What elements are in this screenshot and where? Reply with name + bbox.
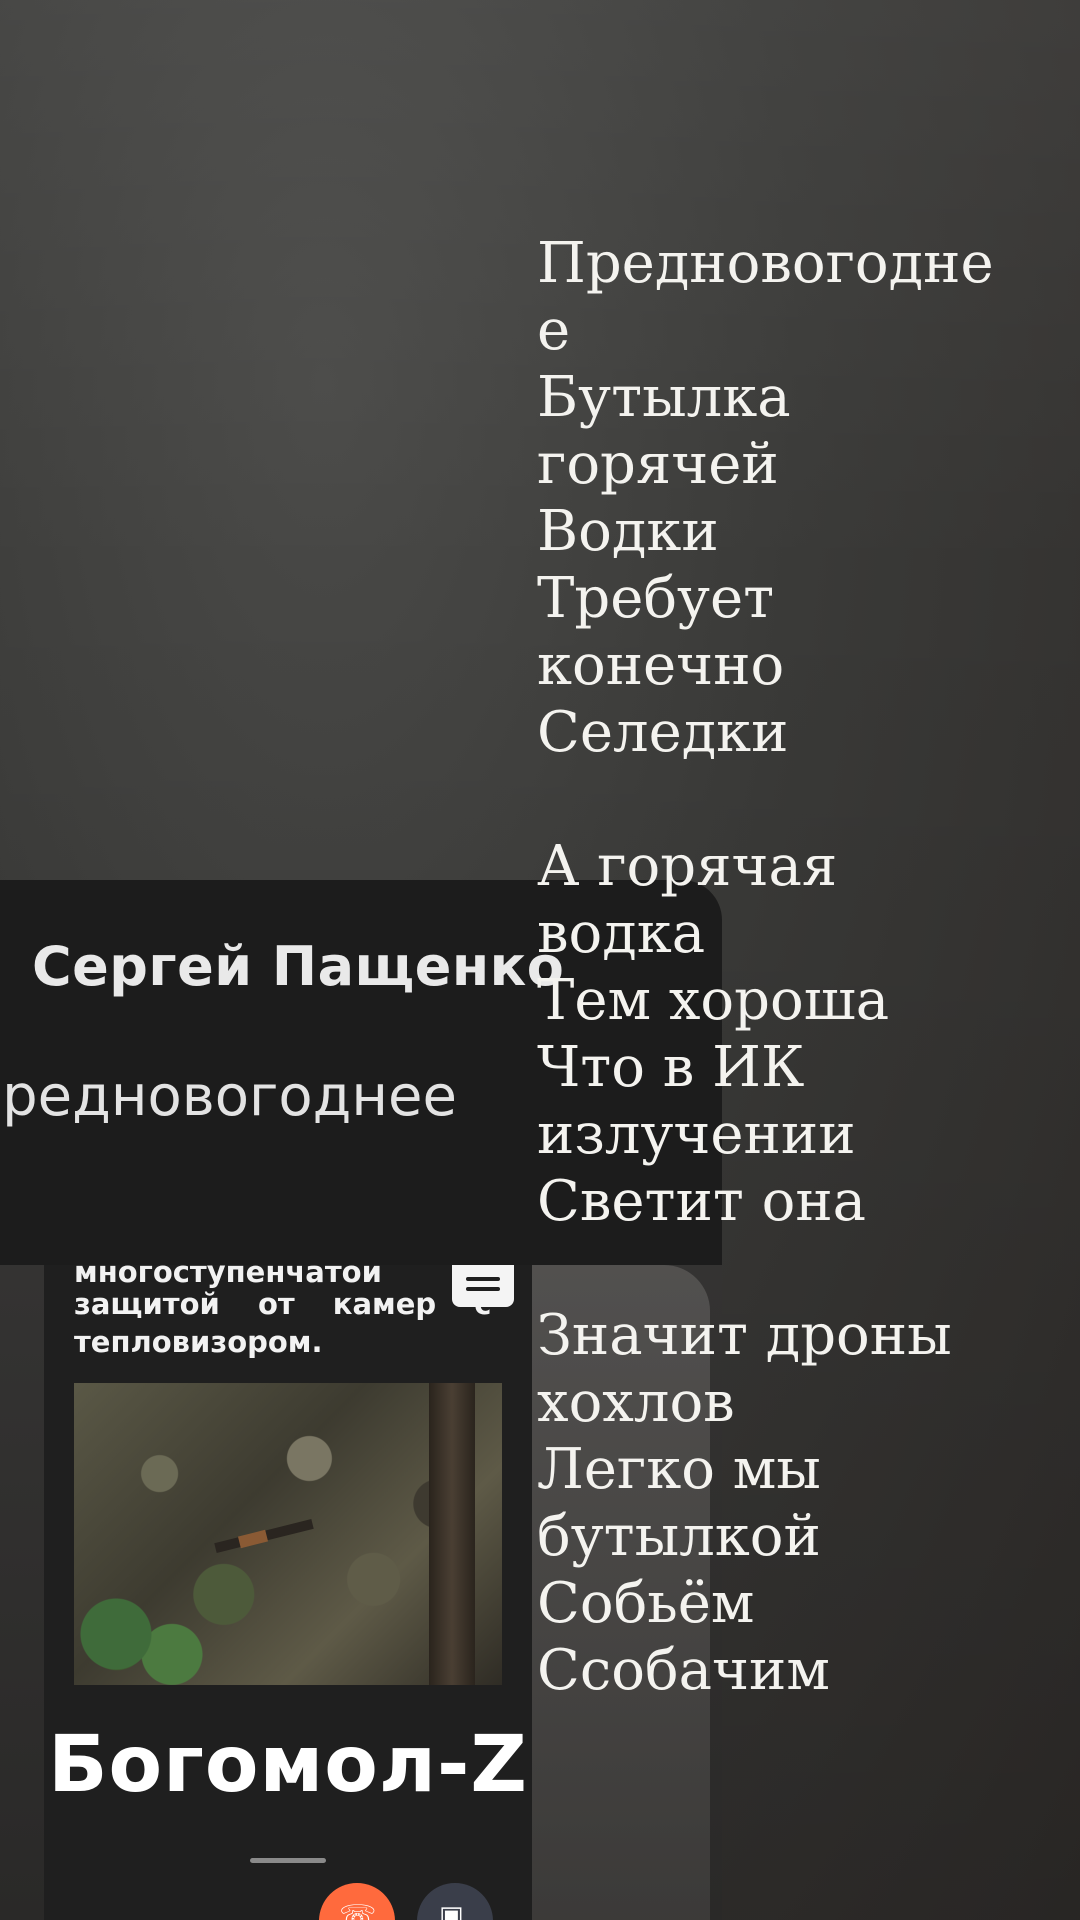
poem-line: А горячая xyxy=(537,834,838,899)
poem-text: Предновогодне е Бутылка горячей Водки Тр… xyxy=(537,230,1007,1771)
poem-line: бутылкой xyxy=(537,1504,821,1569)
poem-line: Ссобачим xyxy=(537,1638,830,1703)
attachment-text-line-2: защитой от камер с xyxy=(74,1287,492,1321)
poem-stanza-3: Значит дроны хохлов Легко мы бутылкой Со… xyxy=(537,1302,1007,1704)
home-indicator xyxy=(250,1858,326,1863)
poem-line: е xyxy=(537,298,571,363)
poem-stanza-2: А горячая водка Тем хороша Что в ИК излу… xyxy=(537,833,1007,1235)
poem-line: Предновогодне xyxy=(537,231,994,296)
attachment-screenshot[interactable]: многоступенчатой защитой от камер с тепл… xyxy=(44,1265,532,1920)
poem-line: Что в ИК xyxy=(537,1035,805,1100)
poem-line: Собьём xyxy=(537,1571,755,1636)
poem-line: Значит дроны xyxy=(537,1303,952,1368)
poem-line: Бутылка xyxy=(537,365,791,430)
poem-line: излучении xyxy=(537,1102,856,1167)
product-photo xyxy=(74,1383,502,1685)
phone-icon[interactable]: ☏ xyxy=(319,1883,395,1920)
poem-stanza-1: Предновогодне е Бутылка горячей Водки Тр… xyxy=(537,230,1007,766)
poem-line: Водки xyxy=(537,499,719,564)
rifle-stock-shape xyxy=(237,1529,269,1549)
info-icon[interactable]: ▣ xyxy=(417,1883,493,1920)
product-title: Богомол-Z xyxy=(48,1720,528,1810)
poem-line: Селедки xyxy=(537,700,789,765)
poem-line: конечно xyxy=(537,633,785,698)
poem-line: водка xyxy=(537,901,706,966)
chat-icon[interactable] xyxy=(452,1265,514,1307)
tree-shape xyxy=(429,1383,475,1685)
poem-line: Легко мы xyxy=(537,1437,821,1502)
poem-line: Требует xyxy=(537,566,775,631)
poem-line: хохлов xyxy=(537,1370,735,1435)
leaves-shape xyxy=(74,1583,214,1685)
notification-sender: Сергей Пащенко xyxy=(32,935,565,998)
notification-preview: Предновогоднее xyxy=(0,1064,457,1129)
attachment-text-line-3: тепловизором. xyxy=(74,1325,323,1359)
poem-line: Светит она xyxy=(537,1169,867,1234)
poem-line: Тем хороша xyxy=(537,968,890,1033)
poem-line: горячей xyxy=(537,432,779,497)
